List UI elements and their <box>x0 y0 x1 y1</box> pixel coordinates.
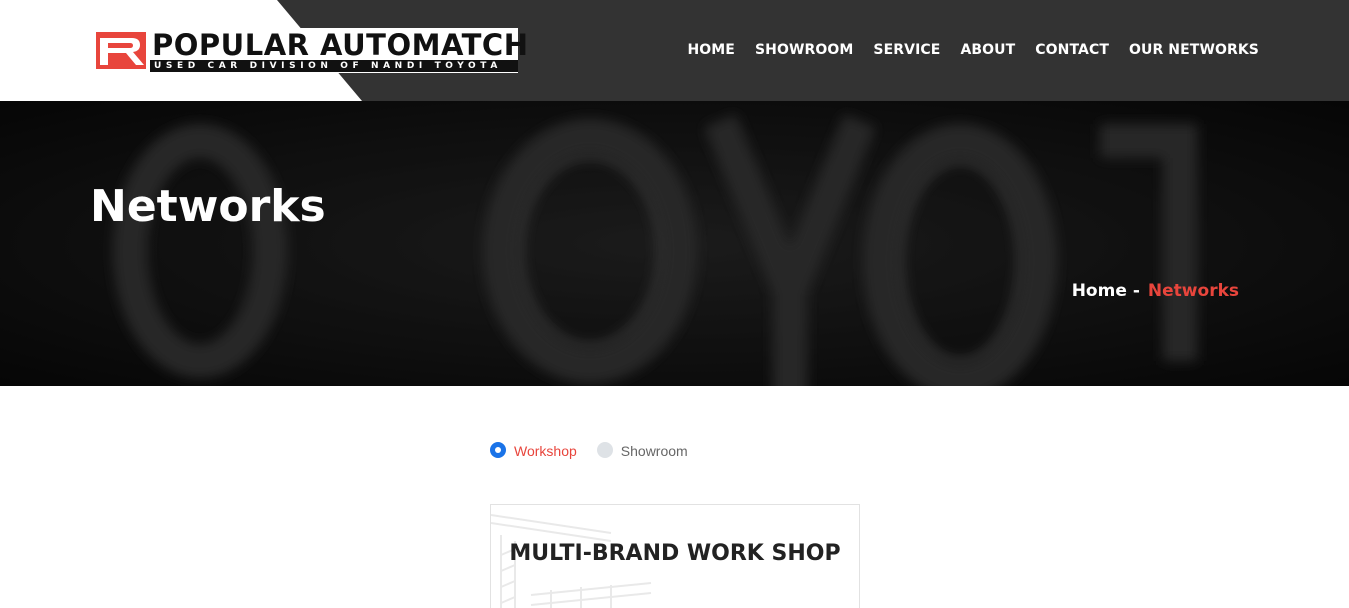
nav-our-networks[interactable]: OUR NETWORKS <box>1129 40 1259 60</box>
filter-showroom-label[interactable]: Showroom <box>621 442 688 460</box>
site-logo[interactable]: POPULAR AUTOMATCH USED CAR DIVISION OF N… <box>96 28 528 73</box>
radio-unchecked-icon[interactable] <box>596 442 613 458</box>
logo-mark-icon <box>96 32 146 69</box>
page-title: Networks <box>90 181 326 232</box>
breadcrumb: Home - Networks <box>1072 280 1239 302</box>
filter-workshop-label[interactable]: Workshop <box>514 442 577 460</box>
filter-showroom-radio[interactable]: Showroom <box>596 440 688 460</box>
nav-contact[interactable]: CONTACT <box>1035 40 1109 60</box>
logo-subtitle: USED CAR DIVISION OF NANDI TOYOTA <box>150 60 518 72</box>
banner-background-image <box>0 101 1349 386</box>
nav-service[interactable]: SERVICE <box>873 40 940 60</box>
network-card[interactable]: MULTI-BRAND WORK SHOP <box>490 504 860 608</box>
radio-checked-icon[interactable] <box>490 442 506 458</box>
site-header: POPULAR AUTOMATCH USED CAR DIVISION OF N… <box>0 0 1349 101</box>
breadcrumb-home-link[interactable]: Home <box>1072 281 1127 301</box>
nav-about[interactable]: ABOUT <box>960 40 1015 60</box>
breadcrumb-separator: - <box>1132 281 1140 301</box>
filter-workshop-radio[interactable]: Workshop <box>490 440 577 460</box>
card-title: MULTI-BRAND WORK SHOP <box>509 541 841 566</box>
main-nav: HOME SHOWROOM SERVICE ABOUT CONTACT OUR … <box>687 40 1259 60</box>
nav-home[interactable]: HOME <box>687 40 735 60</box>
network-type-filter: Workshop Showroom <box>490 440 708 460</box>
page-banner: Networks Home - Networks <box>0 101 1349 386</box>
breadcrumb-current: Networks <box>1147 281 1239 301</box>
nav-showroom[interactable]: SHOWROOM <box>755 40 853 60</box>
logo-text: POPULAR AUTOMATCH <box>152 28 529 62</box>
